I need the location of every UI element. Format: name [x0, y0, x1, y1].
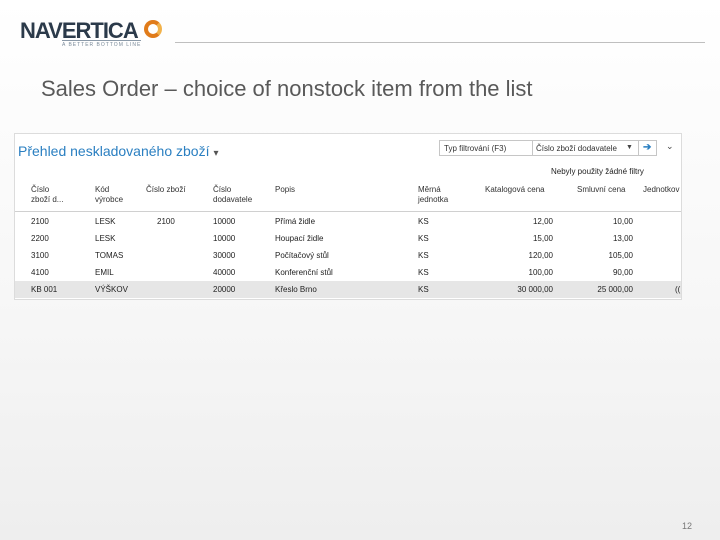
- cell-description: Křeslo Brno: [275, 285, 317, 294]
- page-title: Přehled neskladovaného zboží ▾: [18, 143, 219, 159]
- page-number: 12: [681, 521, 692, 531]
- cell-uom: KS: [418, 285, 429, 294]
- cell-catalog-price: 15,00: [532, 234, 553, 243]
- filter-bar: Typ filtrování (F3) Číslo zboží dodavate…: [439, 140, 657, 156]
- table-row[interactable]: 2100 LESK 2100 10000 Přímá židle KS 12,0…: [15, 213, 681, 230]
- collapse-chevron-icon[interactable]: ⌄: [666, 141, 674, 152]
- table-row[interactable]: 4100 EMIL 40000 Konferenční stůl KS 100,…: [15, 264, 681, 281]
- cell-item-no: 3100: [31, 251, 49, 260]
- filter-divider: [638, 141, 639, 155]
- column-header[interactable]: Popis: [275, 185, 295, 195]
- filter-type-input[interactable]: Typ filtrování (F3): [444, 144, 506, 153]
- cell-item: 2100: [157, 217, 175, 226]
- filter-divider: [532, 141, 533, 155]
- cell-description: Houpací židle: [275, 234, 324, 243]
- header-divider: [15, 211, 681, 212]
- cell-uom: KS: [418, 234, 429, 243]
- cell-manufacturer: EMIL: [95, 268, 114, 277]
- column-header[interactable]: Jednotkov: [643, 185, 679, 195]
- logo-tagline: A BETTER BOTTOM LINE: [62, 40, 142, 48]
- cell-manufacturer: VÝŠKOV: [95, 285, 128, 294]
- cell-manufacturer: TOMAS: [95, 251, 124, 260]
- filter-field-select[interactable]: Číslo zboží dodavatele: [536, 144, 617, 153]
- table-row-selected[interactable]: KB 001 VÝŠKOV 20000 Křeslo Brno KS 30 00…: [15, 281, 681, 298]
- column-header[interactable]: Číslo zboží: [146, 185, 186, 195]
- column-header[interactable]: Katalogová cena: [485, 185, 545, 195]
- cell-item-no: KB 001: [31, 285, 58, 294]
- table-header: Číslo zboží d... Kód výrobce Číslo zboží Č…: [15, 184, 681, 212]
- cell-uom: KS: [418, 251, 429, 260]
- cell-item-no: 4100: [31, 268, 49, 277]
- cell-item-no: 2200: [31, 234, 49, 243]
- header-divider: [175, 42, 705, 43]
- navertica-logo: NAVERTICA A BETTER BOTTOM LINE: [20, 18, 170, 48]
- cell-contract-price: 10,00: [612, 217, 633, 226]
- column-header[interactable]: Smluvní cena: [577, 185, 625, 195]
- cell-uom: KS: [418, 217, 429, 226]
- cell-contract-price: 13,00: [612, 234, 633, 243]
- column-header[interactable]: Číslo dodavatele: [213, 185, 252, 205]
- table-row[interactable]: 3100 TOMAS 30000 Počítačový stůl KS 120,…: [15, 247, 681, 264]
- column-header[interactable]: Číslo zboží d...: [31, 185, 63, 205]
- cell-description: Konferenční stůl: [275, 268, 333, 277]
- cell-catalog-price: 100,00: [528, 268, 553, 277]
- table-row[interactable]: 2200 LESK 10000 Houpací židle KS 15,00 1…: [15, 230, 681, 247]
- cell-contract-price: 105,00: [608, 251, 633, 260]
- cell-catalog-price: 30 000,00: [517, 285, 553, 294]
- cell-catalog-price: 120,00: [528, 251, 553, 260]
- cell-vendor: 10000: [213, 217, 236, 226]
- cell-description: Počítačový stůl: [275, 251, 329, 260]
- cell-catalog-price: 12,00: [532, 217, 553, 226]
- cell-contract-price: 90,00: [612, 268, 633, 277]
- cell-manufacturer: LESK: [95, 234, 116, 243]
- apply-filter-arrow-icon[interactable]: ➔: [643, 142, 651, 153]
- chevron-down-icon[interactable]: ▼: [626, 144, 633, 151]
- cell-vendor: 40000: [213, 268, 236, 277]
- cell-item-no: 2100: [31, 217, 49, 226]
- slide-title: Sales Order – choice of nonstock item fr…: [41, 76, 533, 101]
- title-dropdown-icon[interactable]: ▾: [213, 148, 218, 159]
- column-header[interactable]: Kód výrobce: [95, 185, 123, 205]
- page-title-text: Přehled neskladovaného zboží: [18, 143, 210, 159]
- cell-uom: KS: [418, 268, 429, 277]
- cell-vendor: 30000: [213, 251, 236, 260]
- nonstock-items-window: Přehled neskladovaného zboží ▾ Typ filtro…: [14, 133, 682, 300]
- logo-ring-icon: [144, 20, 162, 38]
- filter-status: Nebyly použity žádné filtry: [551, 167, 644, 176]
- cell-description: Přímá židle: [275, 217, 316, 226]
- cell-vendor: 20000: [213, 285, 236, 294]
- column-header[interactable]: Měrná jednotka: [418, 185, 448, 205]
- cell-unit-cost: ((: [675, 285, 681, 294]
- cell-vendor: 10000: [213, 234, 236, 243]
- cell-manufacturer: LESK: [95, 217, 116, 226]
- cell-contract-price: 25 000,00: [597, 285, 633, 294]
